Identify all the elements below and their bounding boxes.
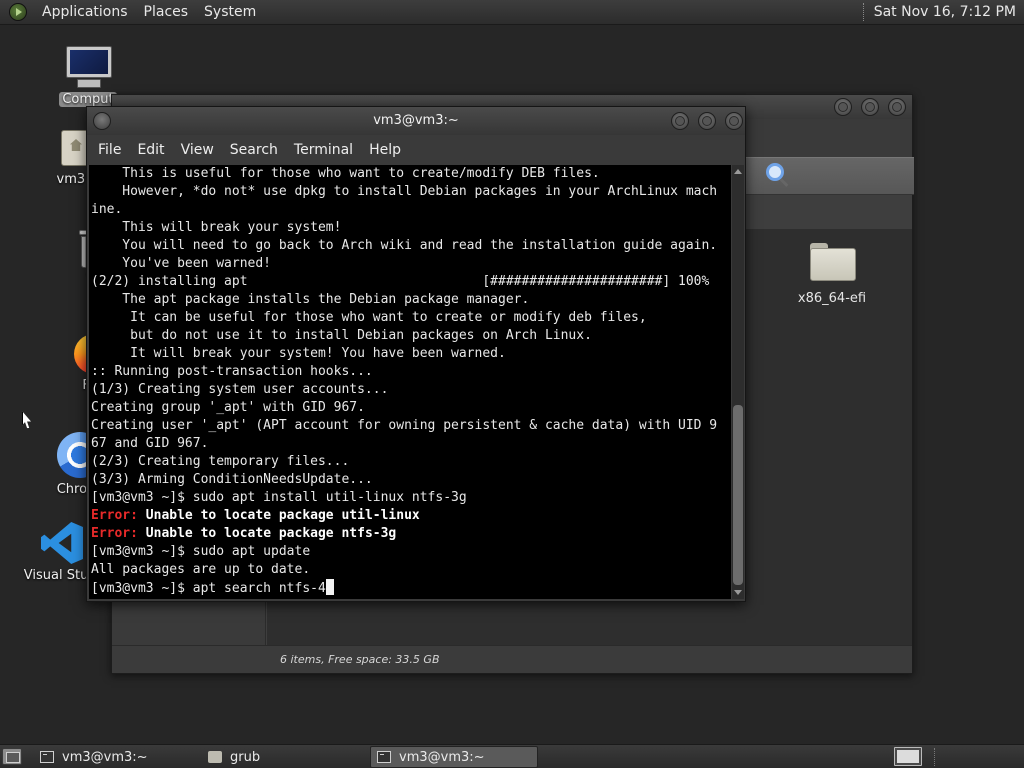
taskbar-item-label: vm3@vm3:~ <box>399 749 485 765</box>
show-desktop-button[interactable] <box>2 748 22 765</box>
menu-help[interactable]: Help <box>361 135 409 165</box>
search-icon[interactable] <box>766 163 784 181</box>
panel-separator <box>934 748 1022 766</box>
terminal-line: (2/2) installing apt [##################… <box>91 274 710 289</box>
terminal-window[interactable]: vm3@vm3:~ File Edit View Search Terminal… <box>86 106 746 602</box>
error-message: Unable to locate package util-linux <box>137 508 420 523</box>
terminal-line: The apt package installs the Debian pack… <box>91 292 530 307</box>
terminal-icon <box>377 751 391 763</box>
terminal-line: ine. <box>91 202 123 217</box>
terminal-titlebar[interactable]: vm3@vm3:~ <box>87 107 745 135</box>
panel-separator <box>862 3 866 21</box>
top-panel: Applications Places System Sat Nov 16, 7… <box>0 0 1024 25</box>
text-cursor <box>325 579 334 595</box>
terminal-error-line: Error: Unable to locate package util-lin… <box>91 507 731 525</box>
mouse-cursor-icon <box>22 411 31 429</box>
close-button[interactable] <box>725 112 743 130</box>
terminal-line: You will need to go back to Arch wiki an… <box>91 238 718 253</box>
clock[interactable]: Sat Nov 16, 7:12 PM <box>874 4 1024 20</box>
folder-icon <box>208 751 222 763</box>
terminal-line: Creating user '_apt' (APT account for ow… <box>91 418 718 433</box>
scroll-up-arrow-icon[interactable] <box>734 169 742 174</box>
menu-view[interactable]: View <box>173 135 222 165</box>
close-button[interactable] <box>888 98 906 116</box>
menu-search[interactable]: Search <box>222 135 286 165</box>
terminal-line: :: Running post-transaction hooks... <box>91 364 373 379</box>
terminal-line: (1/3) Creating system user accounts... <box>91 382 389 397</box>
minimize-button[interactable] <box>671 112 689 130</box>
folder-item[interactable]: x86_64-efi <box>777 243 887 306</box>
workspace-switcher[interactable] <box>894 747 922 766</box>
menu-terminal[interactable]: Terminal <box>286 135 361 165</box>
desktop-icon-label: Comput <box>59 92 117 107</box>
terminal-line: Creating group '_apt' with GID 967. <box>91 400 365 415</box>
bottom-panel: vm3@vm3:~ grub vm3@vm3:~ <box>0 744 1024 768</box>
system-menu[interactable]: System <box>196 0 264 25</box>
terminal-menubar: File Edit View Search Terminal Help <box>87 135 745 165</box>
applications-menu[interactable]: Applications <box>34 0 136 25</box>
taskbar-item-terminal-active[interactable]: vm3@vm3:~ <box>370 746 538 768</box>
taskbar-item-grub[interactable]: grub <box>202 746 366 768</box>
folder-icon <box>810 243 856 281</box>
current-command: [vm3@vm3 ~]$ apt search ntfs-4 <box>91 581 326 596</box>
terminal-line: However, *do not* use dpkg to install De… <box>91 184 718 199</box>
terminal-line: [vm3@vm3 ~]$ sudo apt install util-linux… <box>91 490 467 505</box>
terminal-line: 67 and GID 967. <box>91 436 209 451</box>
error-message: Unable to locate package ntfs-3g <box>137 526 397 541</box>
terminal-line: but do not use it to install Debian pack… <box>91 328 592 343</box>
terminal-line: It can be useful for those who want to c… <box>91 310 647 325</box>
terminal-line: It will break your system! You have been… <box>91 346 506 361</box>
taskbar-item-label: grub <box>230 749 261 765</box>
maximize-button[interactable] <box>698 112 716 130</box>
taskbar-item-terminal[interactable]: vm3@vm3:~ <box>34 746 198 768</box>
distro-logo-icon[interactable] <box>9 3 27 21</box>
terminal-line: This will break your system! <box>91 220 342 235</box>
scroll-down-arrow-icon[interactable] <box>734 590 742 595</box>
terminal-prompt-line[interactable]: [vm3@vm3 ~]$ apt search ntfs-4 <box>91 579 731 597</box>
terminal-line: You've been warned! <box>91 256 272 271</box>
terminal-scrollbar[interactable] <box>732 165 744 599</box>
file-manager-statusbar: 6 items, Free space: 33.5 GB <box>112 645 912 673</box>
status-text: 6 items, Free space: 33.5 GB <box>280 653 440 666</box>
terminal-line: All packages are up to date. <box>91 562 311 577</box>
terminal-icon <box>40 751 54 763</box>
taskbar-item-label: vm3@vm3:~ <box>62 749 148 765</box>
clock-area: Sat Nov 16, 7:12 PM <box>862 0 1024 25</box>
maximize-button[interactable] <box>861 98 879 116</box>
minimize-button[interactable] <box>834 98 852 116</box>
menu-edit[interactable]: Edit <box>129 135 172 165</box>
window-controls <box>662 112 743 130</box>
terminal-line: [vm3@vm3 ~]$ sudo apt update <box>91 544 311 559</box>
terminal-output[interactable]: This is useful for those who want to cre… <box>89 165 731 599</box>
computer-icon <box>64 46 112 90</box>
scrollbar-thumb[interactable] <box>733 405 743 585</box>
terminal-title: vm3@vm3:~ <box>373 113 459 128</box>
error-prefix: Error: <box>91 526 138 541</box>
error-prefix: Error: <box>91 508 138 523</box>
places-menu[interactable]: Places <box>136 0 197 25</box>
window-menu-button[interactable] <box>93 112 111 130</box>
terminal-line: This is useful for those who want to cre… <box>91 166 600 181</box>
terminal-error-line: Error: Unable to locate package ntfs-3g <box>91 525 731 543</box>
terminal-line: (3/3) Arming ConditionNeedsUpdate... <box>91 472 373 487</box>
menu-file[interactable]: File <box>90 135 129 165</box>
vscode-icon <box>41 522 83 564</box>
folder-label: x86_64-efi <box>797 291 867 306</box>
terminal-line: (2/3) Creating temporary files... <box>91 454 350 469</box>
